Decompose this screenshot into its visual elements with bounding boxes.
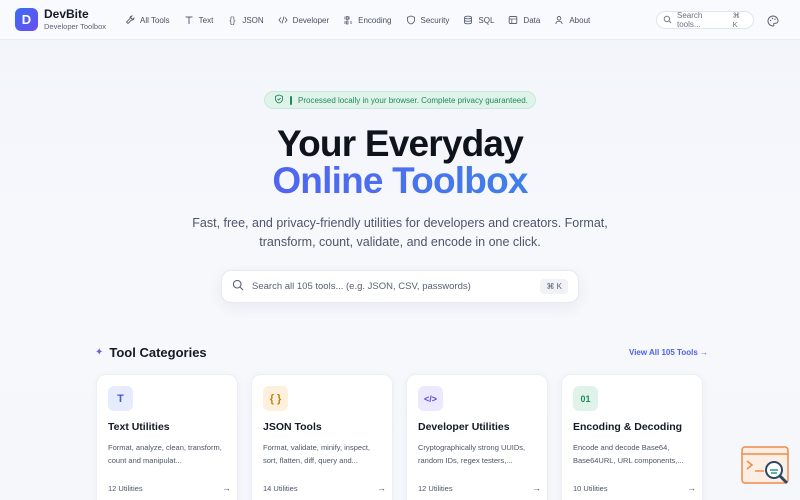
table-icon: [508, 15, 518, 25]
nav-sql[interactable]: SQL: [456, 10, 501, 30]
nav-label: JSON: [242, 15, 264, 25]
header-search-placeholder: Search tools...: [677, 11, 703, 29]
top-navbar: D DevBite Developer Toolbox All Tools Te…: [0, 0, 800, 40]
card-title: JSON Tools: [263, 421, 322, 433]
card-count: 14 Utilities: [263, 484, 298, 493]
nav-label: SQL: [478, 15, 495, 25]
nav-label: Data: [523, 15, 541, 25]
card-glyph: </>: [423, 393, 437, 404]
hero-search-placeholder: Search all 105 tools... (e.g. JSON, CSV,…: [252, 281, 471, 292]
nav-text[interactable]: Text: [177, 10, 221, 30]
search-icon: [663, 15, 672, 26]
arrow-right-icon: →: [377, 483, 386, 493]
nav-developer[interactable]: Developer: [271, 10, 336, 30]
arrow-right-icon: →: [532, 483, 541, 493]
nav-data[interactable]: Data: [501, 10, 547, 30]
card-count: 10 Utilities: [573, 484, 608, 493]
badge-divider: [290, 95, 292, 105]
code-icon: [278, 15, 288, 25]
nav-label: About: [569, 15, 591, 25]
nav-json[interactable]: {} JSON: [220, 10, 270, 30]
card-description: Encode and decode Base64, Base64URL, URL…: [573, 443, 684, 465]
text-icon: T: [108, 386, 133, 411]
logo-icon[interactable]: D: [15, 8, 38, 31]
binary-icon: [343, 15, 353, 25]
nav-encoding[interactable]: Encoding: [336, 10, 398, 30]
nav-about[interactable]: About: [547, 10, 597, 30]
card-description: Cryptographically strong UUIDs, random I…: [418, 443, 526, 465]
arrow-right-icon: →: [222, 483, 231, 493]
nav-label: All Tools: [140, 15, 170, 25]
search-icon: [232, 279, 244, 294]
nav-label: Security: [420, 15, 450, 25]
braces-icon: {}: [229, 15, 236, 25]
card-title: Encoding & Decoding: [573, 421, 683, 433]
text-icon: [184, 15, 194, 25]
nav-all-tools[interactable]: All Tools: [118, 10, 177, 30]
user-icon: [554, 15, 564, 25]
nav-label: Developer: [292, 15, 330, 25]
card-description: Format, analyze, clean, transform, count…: [108, 443, 222, 465]
brand[interactable]: DevBite Developer Toolbox: [44, 8, 106, 31]
palette-icon[interactable]: [767, 14, 779, 27]
nav-label: Text: [198, 15, 214, 25]
floating-search-widget-icon[interactable]: [740, 445, 790, 487]
card-title: Text Utilities: [108, 421, 170, 433]
header-search-shortcut: ⌘ K: [732, 11, 741, 29]
hero-search-input[interactable]: Search all 105 tools... (e.g. JSON, CSV,…: [221, 270, 579, 303]
shield-icon: [406, 15, 416, 25]
binary-icon: 01: [573, 386, 598, 411]
category-card-json[interactable]: { } JSON Tools Format, validate, minify,…: [251, 374, 393, 500]
privacy-badge-text: Processed locally in your browser. Compl…: [298, 95, 528, 105]
logo-letter: D: [21, 12, 32, 27]
code-icon: </>: [418, 386, 443, 411]
card-count: 12 Utilities: [418, 484, 453, 493]
card-glyph: T: [117, 392, 124, 405]
view-all-tools-link[interactable]: View All 105 Tools →: [629, 348, 708, 357]
main-nav: All Tools Text {} JSON Developer Encodin…: [118, 0, 597, 40]
database-icon: [463, 15, 473, 25]
card-count: 12 Utilities: [108, 484, 143, 493]
shield-check-icon: [274, 94, 284, 106]
brand-subtitle: Developer Toolbox: [44, 22, 106, 31]
arrow-right-icon: →: [687, 483, 696, 493]
categories-heading-text: Tool Categories: [109, 345, 207, 360]
category-card-encoding[interactable]: 01 Encoding & Decoding Encode and decode…: [561, 374, 703, 500]
category-card-text[interactable]: T Text Utilities Format, analyze, clean,…: [96, 374, 238, 500]
privacy-badge: Processed locally in your browser. Compl…: [264, 91, 536, 109]
sparkle-icon: ✦: [95, 347, 104, 358]
nav-label: Encoding: [358, 15, 392, 25]
card-glyph: 01: [580, 393, 591, 404]
braces-icon: { }: [263, 386, 288, 411]
header-search[interactable]: Search tools... ⌘ K: [656, 11, 754, 29]
card-description: Format, validate, minify, inspect, sort,…: [263, 443, 370, 465]
hero-title-line2: Online Toolbox: [0, 161, 800, 201]
card-glyph: { }: [269, 392, 282, 405]
nav-security[interactable]: Security: [399, 10, 457, 30]
hero-subtitle: Fast, free, and privacy-friendly utiliti…: [192, 216, 608, 249]
wrench-icon: [125, 15, 135, 25]
category-card-developer[interactable]: </> Developer Utilities Cryptographicall…: [406, 374, 548, 500]
hero-search-shortcut: ⌘ K: [540, 279, 568, 294]
brand-name: DevBite: [44, 7, 89, 21]
card-title: Developer Utilities: [418, 421, 510, 433]
categories-heading: ✦ Tool Categories: [95, 345, 207, 360]
hero-title-line1: Your Everyday: [277, 123, 524, 164]
